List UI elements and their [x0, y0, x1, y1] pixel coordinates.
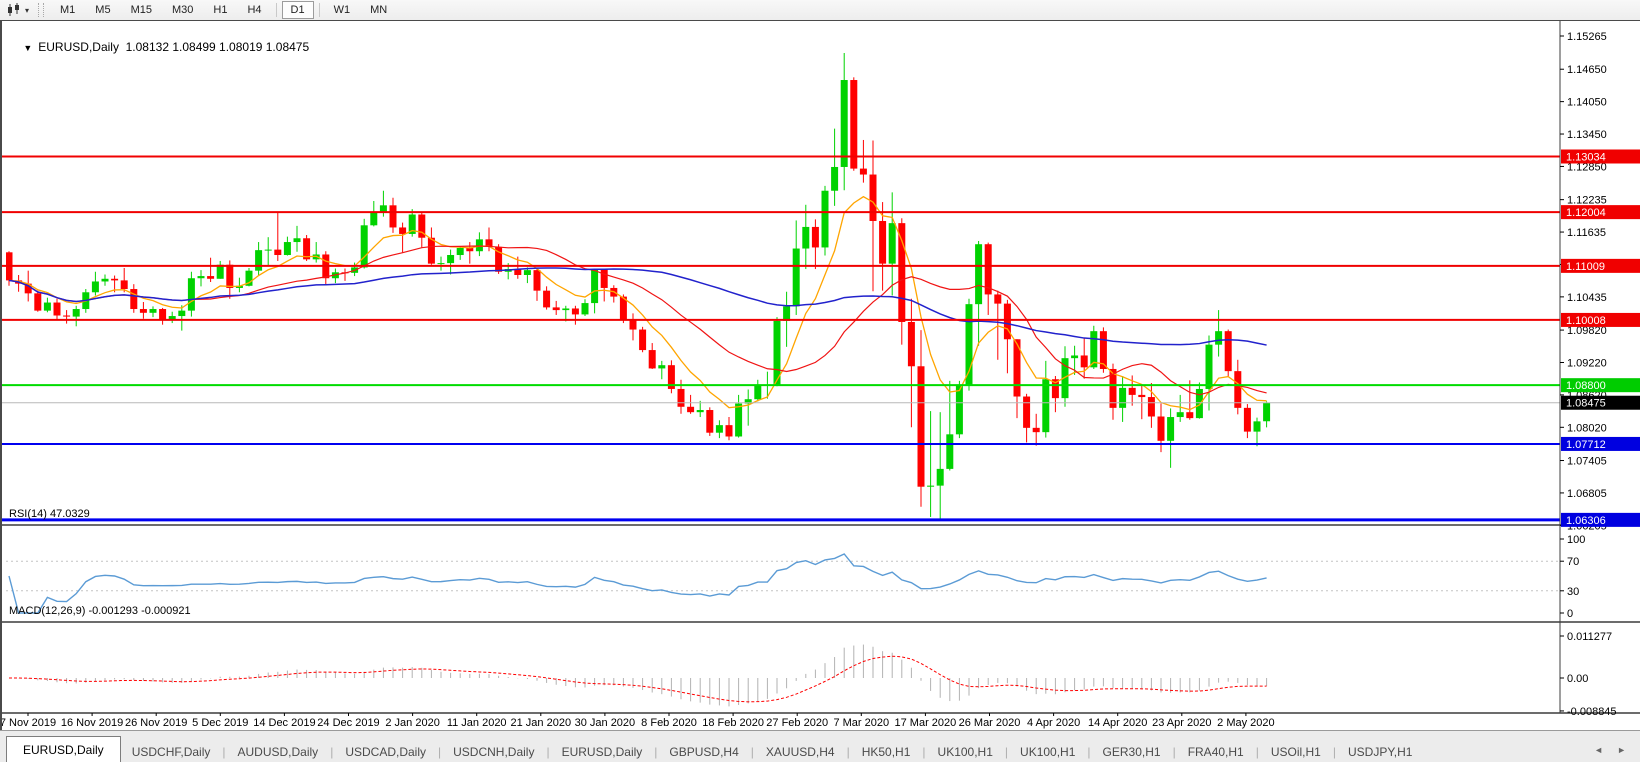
timeframe-button-m1[interactable]: M1 [51, 1, 84, 19]
svg-text:14 Apr 2020: 14 Apr 2020 [1088, 717, 1147, 729]
symbol-tab-gbpusd-h4[interactable]: GBPUSD,H4 [658, 741, 749, 762]
timeframe-button-h1[interactable]: H1 [204, 1, 236, 19]
svg-text:1.13034: 1.13034 [1566, 151, 1606, 163]
svg-text:0: 0 [1567, 608, 1573, 620]
price-level-label-1.08475: 1.08475 [1561, 396, 1640, 410]
symbol-tab-hk50-h1[interactable]: HK50,H1 [851, 741, 922, 762]
timeframe-button-d1[interactable]: D1 [282, 1, 314, 19]
symbol-tab-usdchf-daily[interactable]: USDCHF,Daily [121, 741, 222, 762]
symbol-tab-ger30-h1[interactable]: GER30,H1 [1092, 741, 1172, 762]
timeframe-button-m5[interactable]: M5 [86, 1, 119, 19]
trading-terminal: { "toolbar": { "chart_icon": "candlestic… [0, 0, 1640, 762]
svg-text:30: 30 [1567, 586, 1579, 598]
price-level-label-1.07712: 1.07712 [1561, 437, 1640, 451]
svg-text:1.10008: 1.10008 [1566, 315, 1606, 327]
price-level-label-1.13034: 1.13034 [1561, 149, 1640, 163]
tabs-scroll-right-icon[interactable]: ► [1617, 745, 1626, 755]
price-level-label-1.11009: 1.11009 [1561, 259, 1640, 273]
svg-text:1.12004: 1.12004 [1566, 207, 1606, 219]
svg-text:27 Feb 2020: 27 Feb 2020 [766, 717, 828, 729]
symbol-tab-usoil-h1[interactable]: USOil,H1 [1260, 741, 1332, 762]
svg-text:1.14050: 1.14050 [1567, 97, 1607, 109]
toolbar-separator [276, 3, 277, 17]
symbol-tab-uk100-h1[interactable]: UK100,H1 [1009, 741, 1086, 762]
svg-text:2 May 2020: 2 May 2020 [1217, 717, 1274, 729]
svg-text:1.07405: 1.07405 [1567, 456, 1607, 468]
svg-text:1.08800: 1.08800 [1566, 380, 1606, 392]
symbol-tab-eurusd-daily[interactable]: EURUSD,Daily [551, 741, 654, 762]
svg-text:21 Jan 2020: 21 Jan 2020 [511, 717, 572, 729]
symbol-tab-usdcnh-daily[interactable]: USDCNH,Daily [442, 741, 545, 762]
chart-type-icon[interactable] [4, 2, 24, 18]
symbol-tab-audusd-daily[interactable]: AUDUSD,Daily [227, 741, 330, 762]
svg-text:1.13450: 1.13450 [1567, 129, 1607, 141]
svg-text:1.15265: 1.15265 [1567, 31, 1607, 43]
timeframe-button-h4[interactable]: H4 [238, 1, 270, 19]
svg-text:5 Dec 2019: 5 Dec 2019 [192, 717, 248, 729]
chart-ohlc-values: 1.08132 1.08499 1.08019 1.08475 [126, 40, 310, 54]
symbol-tab-usdjpy-h1[interactable]: USDJPY,H1 [1337, 741, 1423, 762]
svg-text:1.08020: 1.08020 [1567, 422, 1607, 434]
chart-type-dropdown-caret[interactable]: ▾ [25, 6, 29, 15]
toolbar-gripper[interactable] [38, 3, 44, 17]
toolbar-separator [319, 3, 320, 17]
svg-text:11 Jan 2020: 11 Jan 2020 [447, 717, 507, 729]
svg-text:18 Feb 2020: 18 Feb 2020 [702, 717, 764, 729]
svg-text:1.12235: 1.12235 [1567, 195, 1607, 207]
svg-text:1.08475: 1.08475 [1566, 398, 1606, 410]
svg-text:23 Apr 2020: 23 Apr 2020 [1152, 717, 1211, 729]
svg-text:1.06306: 1.06306 [1566, 515, 1606, 527]
svg-text:8 Feb 2020: 8 Feb 2020 [641, 717, 697, 729]
symbol-tab-uk100-h1[interactable]: UK100,H1 [927, 741, 1004, 762]
symbol-dropdown-icon[interactable]: ▼ [23, 43, 32, 53]
price-level-label-1.06306: 1.06306 [1561, 513, 1640, 527]
chart-window[interactable]: ▼ EURUSD,Daily 1.08132 1.08499 1.08019 1.… [0, 20, 1640, 730]
svg-text:30 Jan 2020: 30 Jan 2020 [575, 717, 636, 729]
svg-text:7 Mar 2020: 7 Mar 2020 [833, 717, 889, 729]
symbol-tab-xauusd-h4[interactable]: XAUUSD,H4 [755, 741, 846, 762]
macd-indicator-label: MACD(12,26,9) -0.001293 -0.000921 [9, 605, 191, 617]
chart-symbol: EURUSD,Daily [38, 40, 119, 54]
timeframe-button-m30[interactable]: M30 [163, 1, 202, 19]
timeframe-button-m15[interactable]: M15 [122, 1, 161, 19]
price-level-label-1.10008: 1.10008 [1561, 313, 1640, 327]
svg-text:-0.008845: -0.008845 [1567, 706, 1617, 718]
svg-text:1.09220: 1.09220 [1567, 357, 1607, 369]
svg-text:26 Mar 2020: 26 Mar 2020 [959, 717, 1021, 729]
svg-text:14 Dec 2019: 14 Dec 2019 [253, 717, 315, 729]
symbol-tab-usdcad-daily[interactable]: USDCAD,Daily [334, 741, 437, 762]
svg-text:100: 100 [1567, 534, 1585, 546]
svg-text:1.14650: 1.14650 [1567, 64, 1607, 76]
svg-text:7 Nov 2019: 7 Nov 2019 [2, 717, 56, 729]
price-level-label-1.12004: 1.12004 [1561, 205, 1640, 219]
svg-text:1.11009: 1.11009 [1566, 261, 1605, 273]
svg-text:1.07712: 1.07712 [1566, 439, 1606, 451]
svg-text:1.10435: 1.10435 [1567, 292, 1607, 304]
svg-text:0.00: 0.00 [1567, 673, 1588, 685]
svg-text:70: 70 [1567, 556, 1579, 568]
chart-title: ▼ EURUSD,Daily 1.08132 1.08499 1.08019 1.… [10, 26, 309, 68]
symbol-tab-eurusd-daily[interactable]: EURUSD,Daily [6, 736, 121, 762]
price-level-label-1.08800: 1.08800 [1561, 378, 1640, 392]
rsi-indicator-label: RSI(14) 47.0329 [9, 508, 90, 520]
timeframe-button-w1[interactable]: W1 [325, 1, 360, 19]
svg-text:17 Mar 2020: 17 Mar 2020 [895, 717, 957, 729]
chart-canvas[interactable]: 1.152651.146501.140501.134501.128501.122… [2, 21, 1640, 731]
svg-text:16 Nov 2019: 16 Nov 2019 [61, 717, 123, 729]
svg-text:2 Jan 2020: 2 Jan 2020 [385, 717, 439, 729]
tabs-scroll-left-icon[interactable]: ◄ [1594, 745, 1603, 755]
svg-text:4 Apr 2020: 4 Apr 2020 [1027, 717, 1080, 729]
svg-text:1.06805: 1.06805 [1567, 488, 1607, 500]
svg-text:26 Nov 2019: 26 Nov 2019 [125, 717, 187, 729]
svg-text:1.11635: 1.11635 [1567, 227, 1606, 239]
timeframe-button-mn[interactable]: MN [361, 1, 396, 19]
timeframe-toolbar: ▾ M1M5M15M30H1H4 D1 W1MN [0, 0, 1640, 21]
svg-text:0.011277: 0.011277 [1567, 631, 1612, 643]
symbol-tab-fra40-h1[interactable]: FRA40,H1 [1177, 741, 1255, 762]
symbol-tabbar: EURUSD,DailyUSDCHF,Daily|AUDUSD,Daily|US… [0, 730, 1640, 762]
svg-text:24 Dec 2019: 24 Dec 2019 [317, 717, 379, 729]
